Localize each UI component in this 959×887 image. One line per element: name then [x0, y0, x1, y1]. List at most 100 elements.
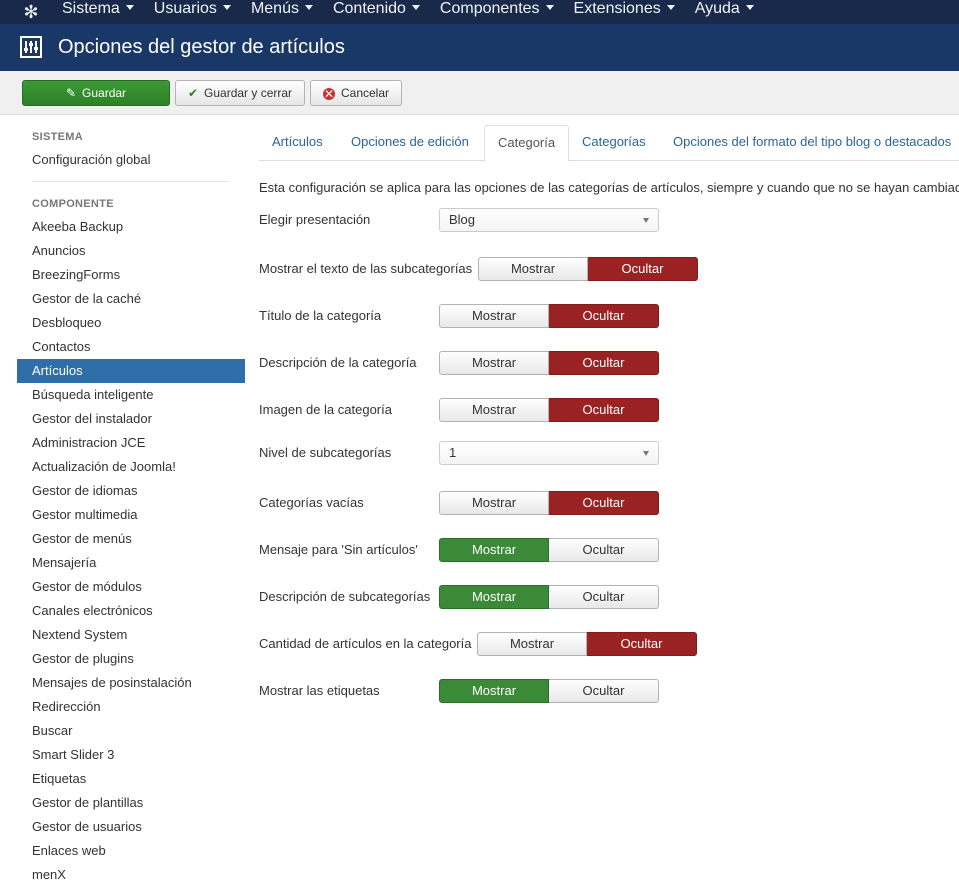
- sidebar-item[interactable]: Gestor de idiomas: [17, 479, 245, 503]
- sidebar-item[interactable]: Búsqueda inteligente: [17, 383, 245, 407]
- sidebar-item[interactable]: menX: [17, 863, 245, 887]
- sidebar-item[interactable]: Smart Slider 3: [17, 743, 245, 767]
- field-label: Imagen de la categoría: [259, 402, 392, 417]
- sidebar-item[interactable]: Mensajes de posinstalación: [17, 671, 245, 695]
- menu-sistema[interactable]: Sistema: [62, 0, 134, 24]
- show-option-button[interactable]: Mostrar: [477, 632, 587, 656]
- caret-down-icon: [222, 5, 231, 11]
- menu-label: Sistema: [62, 0, 120, 17]
- tab-articulos[interactable]: Artículos: [259, 125, 336, 161]
- hide-option-button[interactable]: Ocultar: [549, 398, 659, 422]
- tab-opciones-blog[interactable]: Opciones del formato del tipo blog o des…: [660, 125, 959, 161]
- show-option-button[interactable]: Mostrar: [439, 304, 549, 328]
- caret-down-icon: [545, 5, 554, 11]
- sidebar-item[interactable]: Nextend System: [17, 623, 245, 647]
- sidebar-item[interactable]: Gestor del instalador: [17, 407, 245, 431]
- sidebar-item[interactable]: Artículos: [17, 359, 245, 383]
- sidebar-item[interactable]: Contactos: [17, 335, 245, 359]
- show-hide-toggle: Mostrar Ocultar: [439, 351, 659, 375]
- show-hide-toggle: Mostrar Ocultar: [439, 538, 659, 562]
- menu-extensiones[interactable]: Extensiones: [574, 0, 675, 24]
- sidebar-item[interactable]: Etiquetas: [17, 767, 245, 791]
- sidebar-item[interactable]: Administracion JCE: [17, 431, 245, 455]
- show-option-button[interactable]: Mostrar: [478, 257, 588, 281]
- menu-componentes[interactable]: Componentes: [440, 0, 554, 24]
- field-label: Título de la categoría: [259, 308, 382, 323]
- field-label: Mensaje para 'Sin artículos': [259, 542, 418, 557]
- hide-option-button[interactable]: Ocultar: [549, 538, 659, 562]
- hide-option-button[interactable]: Ocultar: [549, 679, 659, 703]
- select-dropdown[interactable]: 1: [439, 441, 659, 465]
- check-icon: ✔: [187, 86, 199, 100]
- sidebar-item[interactable]: Buscar: [17, 719, 245, 743]
- sidebar-heading-component: COMPONENTE: [32, 198, 114, 210]
- menu-label: Ayuda: [694, 0, 740, 17]
- save-button[interactable]: ✎ Guardar: [22, 80, 170, 106]
- sidebar-item[interactable]: Gestor multimedia: [17, 503, 245, 527]
- sidebar-item[interactable]: Redirección: [17, 695, 245, 719]
- save-close-button[interactable]: ✔ Guardar y cerrar: [175, 80, 305, 106]
- caret-down-icon: [643, 451, 649, 456]
- field-label: Elegir presentación: [259, 212, 371, 227]
- show-hide-toggle: Mostrar Ocultar: [439, 304, 659, 328]
- menu-ayuda[interactable]: Ayuda: [695, 0, 754, 24]
- menu-label: Menús: [250, 0, 299, 17]
- hide-option-button[interactable]: Ocultar: [588, 257, 698, 281]
- show-option-button[interactable]: Mostrar: [439, 585, 549, 609]
- sidebar-item[interactable]: Anuncios: [17, 239, 245, 263]
- show-option-button[interactable]: Mostrar: [439, 351, 549, 375]
- sidebar-item[interactable]: Gestor de usuarios: [17, 815, 245, 839]
- sidebar-item[interactable]: Gestor de plantillas: [17, 791, 245, 815]
- show-hide-toggle: Mostrar Ocultar: [439, 585, 659, 609]
- sidebar-item[interactable]: Mensajería: [17, 551, 245, 575]
- page-header: Opciones del gestor de artículos: [0, 24, 959, 71]
- show-hide-toggle: Mostrar Ocultar: [478, 257, 698, 281]
- tab-categoria[interactable]: Categoría: [484, 125, 570, 162]
- caret-down-icon: [125, 5, 134, 11]
- caret-down-icon: [643, 218, 649, 223]
- settings-tabs: Artículos Opciones de edición Categoría …: [259, 125, 959, 162]
- sidebar-item[interactable]: Gestor de módulos: [17, 575, 245, 599]
- select-dropdown[interactable]: Blog: [439, 208, 659, 232]
- cancel-circle-icon: ✕: [322, 87, 335, 101]
- sidebar-item[interactable]: Gestor de la caché: [17, 287, 245, 311]
- joomla-icon[interactable]: ✻: [20, 1, 42, 23]
- menu-usuarios[interactable]: Usuarios: [154, 0, 231, 24]
- sidebar-item[interactable]: Enlaces web: [17, 839, 245, 863]
- field-label: Descripción de la categoría: [259, 355, 417, 370]
- cancel-button[interactable]: ✕ Cancelar: [310, 80, 402, 106]
- caret-down-icon: [411, 5, 420, 11]
- show-option-button[interactable]: Mostrar: [439, 538, 549, 562]
- sidebar-heading-system: SISTEMA: [32, 131, 83, 143]
- hide-option-button[interactable]: Ocultar: [549, 304, 659, 328]
- menu-contenido[interactable]: Contenido: [333, 0, 420, 24]
- sidebar-item[interactable]: Actualización de Joomla!: [17, 455, 245, 479]
- tab-categorias[interactable]: Categorías: [569, 125, 659, 161]
- sidebar-item[interactable]: BreezingForms: [17, 263, 245, 287]
- sidebar-item[interactable]: Gestor de plugins: [17, 647, 245, 671]
- hide-option-button[interactable]: Ocultar: [549, 491, 659, 515]
- sliders-icon: [20, 36, 42, 58]
- menu-label: Contenido: [332, 0, 406, 17]
- caret-down-icon: [304, 5, 313, 11]
- caret-down-icon: [745, 5, 754, 11]
- sidebar-item[interactable]: Akeeba Backup: [17, 215, 245, 239]
- cancel-label: Cancelar: [340, 86, 390, 100]
- save-close-label: Guardar y cerrar: [204, 86, 293, 100]
- show-option-button[interactable]: Mostrar: [439, 491, 549, 515]
- hide-option-button[interactable]: Ocultar: [587, 632, 697, 656]
- sidebar-item[interactable]: Canales electrónicos: [17, 599, 245, 623]
- sidebar-divider: [32, 181, 229, 182]
- sidebar-item-global-config[interactable]: Configuración global: [17, 148, 245, 172]
- menu-label: Extensiones: [573, 0, 661, 17]
- sidebar-item[interactable]: Desbloqueo: [17, 311, 245, 335]
- show-option-button[interactable]: Mostrar: [439, 679, 549, 703]
- sidebar-item[interactable]: Gestor de menús: [17, 527, 245, 551]
- hide-option-button[interactable]: Ocultar: [549, 351, 659, 375]
- field-label: Cantidad de artículos en la categoría: [259, 636, 472, 651]
- show-hide-toggle: Mostrar Ocultar: [439, 679, 659, 703]
- tab-opciones-edicion[interactable]: Opciones de edición: [338, 125, 482, 161]
- menu-menus[interactable]: Menús: [251, 0, 313, 24]
- hide-option-button[interactable]: Ocultar: [549, 585, 659, 609]
- show-option-button[interactable]: Mostrar: [439, 398, 549, 422]
